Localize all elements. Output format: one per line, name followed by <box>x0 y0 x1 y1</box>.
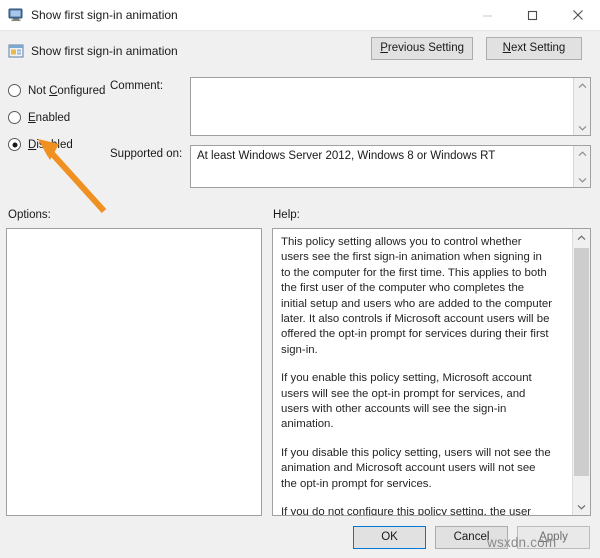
radio-label-not-configured: Not Configured <box>28 84 106 97</box>
help-text: This policy setting allows you to contro… <box>273 229 561 516</box>
comment-label: Comment: <box>110 80 164 92</box>
comment-textbox[interactable] <box>190 77 591 136</box>
help-paragraph: If you disable this policy setting, user… <box>281 446 551 490</box>
settings-area: Not Configured Enabled Disabled Comment:… <box>0 73 600 198</box>
radio-indicator-disabled <box>8 138 21 151</box>
ok-button[interactable]: OK <box>353 526 426 549</box>
help-label: Help: <box>273 209 300 221</box>
panel-labels: Options: Help: <box>0 206 600 228</box>
chevron-down-icon[interactable] <box>573 498 590 515</box>
chevron-up-icon[interactable] <box>573 229 590 246</box>
comment-value <box>191 78 590 86</box>
help-paragraph: If you enable this policy setting, Micro… <box>281 372 532 431</box>
supported-on-label: Supported on: <box>110 148 183 160</box>
supported-on-value: At least Windows Server 2012, Windows 8 … <box>197 150 496 162</box>
options-panel[interactable] <box>6 228 262 516</box>
help-panel: This policy setting allows you to contro… <box>272 228 591 516</box>
chevron-up-icon[interactable] <box>574 78 590 93</box>
window-title: Show first sign-in animation <box>31 8 178 22</box>
window-controls <box>465 0 600 30</box>
panels-area: This policy setting allows you to contro… <box>0 228 600 518</box>
supported-on-textbox[interactable]: At least Windows Server 2012, Windows 8 … <box>190 145 591 188</box>
minimize-button[interactable] <box>465 0 510 30</box>
chevron-up-icon[interactable] <box>574 146 590 161</box>
radio-indicator-enabled <box>8 111 21 124</box>
policy-name: Show first sign-in animation <box>31 44 178 58</box>
chevron-down-icon[interactable] <box>574 120 590 135</box>
monitor-icon <box>8 7 24 23</box>
radio-indicator-not-configured <box>8 84 21 97</box>
comment-scrollbar[interactable] <box>573 78 590 135</box>
previous-setting-button[interactable]: Previous Setting <box>371 37 473 60</box>
policy-header: Show first sign-in animation Previous Se… <box>0 35 600 67</box>
help-paragraph: This policy setting allows you to contro… <box>281 236 553 356</box>
options-label: Options: <box>8 209 51 221</box>
radio-label-enabled: Enabled <box>28 111 71 124</box>
next-setting-button[interactable]: Next Setting <box>486 37 582 60</box>
close-button[interactable] <box>555 0 600 30</box>
help-scrollbar[interactable] <box>572 229 590 515</box>
chevron-down-icon[interactable] <box>574 172 590 187</box>
title-bar: Show first sign-in animation <box>0 0 600 31</box>
radio-label-disabled: Disabled <box>28 138 73 151</box>
policy-window-icon <box>8 43 24 59</box>
watermark: wsxdn.com <box>487 535 557 550</box>
radio-enabled[interactable]: Enabled <box>8 104 178 131</box>
supported-on-scrollbar[interactable] <box>573 146 590 187</box>
maximize-button[interactable] <box>510 0 555 30</box>
setting-nav-buttons: Previous Setting Next Setting <box>371 37 582 60</box>
options-content <box>7 229 261 237</box>
help-paragraph: If you do not configure this policy sett… <box>281 506 532 516</box>
help-scrollbar-thumb[interactable] <box>574 248 589 476</box>
